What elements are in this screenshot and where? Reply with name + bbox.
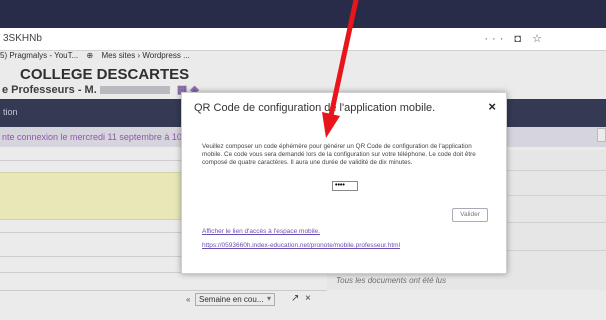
red-arrow-icon <box>322 0 359 138</box>
